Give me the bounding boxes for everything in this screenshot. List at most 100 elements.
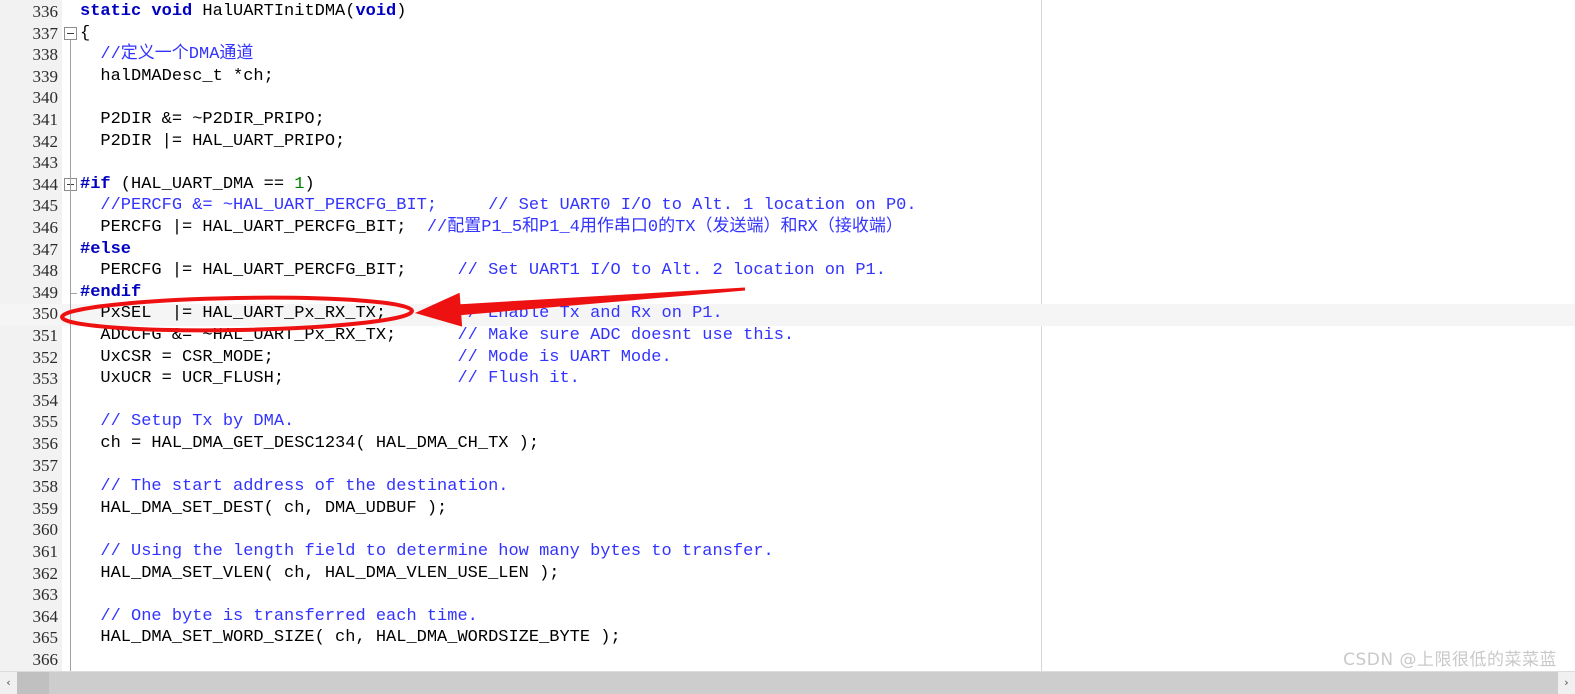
code-line-text[interactable]: HAL_DMA_SET_WORD_SIZE( ch, HAL_DMA_WORDS… [80, 627, 620, 649]
code-line[interactable]: 345 //PERCFG &= ~HAL_UART_PERCFG_BIT; //… [0, 195, 1575, 217]
code-token: // One byte is transferred each time. [100, 606, 478, 626]
line-number: 356 [32, 434, 59, 453]
code-line-text[interactable]: P2DIR |= HAL_UART_PRIPO; [80, 131, 345, 153]
scroll-left-arrow-icon[interactable]: ‹ [0, 672, 17, 694]
line-number: 336 [32, 2, 59, 21]
line-number: 345 [32, 196, 59, 216]
code-line-text[interactable]: //定义一个DMA通道 [80, 44, 253, 66]
line-number: 341 [32, 110, 59, 129]
code-line[interactable]: 363 [0, 584, 1575, 606]
csdn-watermark: CSDN @上限很低的菜菜蓝 [1343, 650, 1557, 670]
code-line[interactable]: 337 { [0, 23, 1575, 45]
code-line-text[interactable]: static void HalUARTInitDMA(void) [80, 1, 406, 23]
code-line[interactable]: 356 ch = HAL_DMA_GET_DESC1234( HAL_DMA_C… [0, 433, 1575, 455]
scroll-right-arrow-icon[interactable]: › [1558, 672, 1575, 694]
code-line-text[interactable]: P2DIR &= ~P2DIR_PRIPO; [80, 109, 324, 131]
line-number: 339 [32, 66, 59, 86]
code-line-text[interactable]: // One byte is transferred each time. [80, 606, 478, 628]
code-token: PxSEL |= HAL_UART_Px_RX_TX; [80, 304, 458, 324]
code-line-text[interactable]: #if (HAL_UART_DMA == 1) [80, 174, 315, 196]
code-line[interactable]: 355 // Setup Tx by DMA. [0, 411, 1575, 433]
code-line[interactable]: 338 //定义一个DMA通道 [0, 44, 1575, 66]
code-line-text[interactable]: #else [80, 239, 131, 261]
code-line-text[interactable]: // Setup Tx by DMA. [80, 411, 294, 433]
code-line[interactable]: 354 [0, 390, 1575, 412]
code-token: halDMADesc_t *ch; [80, 66, 274, 86]
code-line[interactable]: 364 // One byte is transferred each time… [0, 606, 1575, 628]
code-line-text[interactable]: halDMADesc_t *ch; [80, 66, 274, 88]
code-line[interactable]: 341 P2DIR &= ~P2DIR_PRIPO; [0, 109, 1575, 131]
code-line-text[interactable]: PERCFG |= HAL_UART_PERCFG_BIT; // Set UA… [80, 260, 886, 282]
code-line-text[interactable]: //PERCFG &= ~HAL_UART_PERCFG_BIT; // Set… [80, 195, 916, 217]
code-line[interactable]: 360 [0, 519, 1575, 541]
code-token: #endif [80, 282, 142, 302]
code-token: HAL_DMA_SET_DEST( ch, DMA_UDBUF ); [80, 498, 448, 518]
code-line-text[interactable]: #endif [80, 282, 141, 304]
line-number: 360 [32, 520, 59, 540]
code-line-text[interactable]: // Using the length field to determine h… [80, 541, 774, 563]
fold-collapse-icon[interactable] [64, 26, 77, 40]
code-token: ( [345, 2, 356, 21]
code-line-text[interactable]: PERCFG |= HAL_UART_PERCFG_BIT; //配置P1_5和… [80, 217, 903, 239]
code-line[interactable]: 362 HAL_DMA_SET_VLEN( ch, HAL_DMA_VLEN_U… [0, 563, 1575, 585]
code-line[interactable]: 365 HAL_DMA_SET_WORD_SIZE( ch, HAL_DMA_W… [0, 627, 1575, 649]
code-line[interactable]: 340 [0, 87, 1575, 109]
scrollbar-thumb[interactable] [17, 672, 49, 694]
code-line[interactable]: 346 PERCFG |= HAL_UART_PERCFG_BIT; //配置P… [0, 217, 1575, 239]
code-line[interactable]: 350 PxSEL |= HAL_UART_Px_RX_TX; // Enabl… [0, 303, 1575, 325]
code-line[interactable]: 347 #else [0, 239, 1575, 261]
code-token: PERCFG |= HAL_UART_PERCFG_BIT; [80, 218, 427, 237]
code-line[interactable]: 351 ADCCFG &= ~HAL_UART_Px_RX_TX; // Mak… [0, 325, 1575, 347]
line-number: 363 [32, 585, 59, 605]
code-token: // Flush it. [457, 369, 580, 389]
code-token: UxUCR = UCR_FLUSH; [80, 369, 458, 389]
line-number: 359 [32, 498, 59, 518]
code-token: //PERCFG &= ~HAL_UART_PERCFG_BIT; [100, 196, 438, 216]
code-line[interactable]: 349 #endif [0, 282, 1575, 304]
code-token: P2DIR |= HAL_UART_PRIPO; [80, 131, 346, 151]
code-token: // Make sure ADC doesnt use this. [457, 326, 795, 345]
code-line[interactable]: 352 UxCSR = CSR_MODE; // Mode is UART Mo… [0, 347, 1575, 369]
code-line[interactable]: 343 [0, 152, 1575, 174]
code-line-text[interactable]: ADCCFG &= ~HAL_UART_Px_RX_TX; // Make su… [80, 325, 794, 347]
code-line[interactable]: 348 PERCFG |= HAL_UART_PERCFG_BIT; // Se… [0, 260, 1575, 282]
code-line[interactable]: 339 halDMADesc_t *ch; [0, 66, 1575, 88]
code-line[interactable]: 357 [0, 455, 1575, 477]
line-number: 344 [32, 174, 59, 194]
line-number: 364 [32, 606, 59, 626]
code-line[interactable]: 336 static void HalUARTInitDMA(void) [0, 1, 1575, 23]
code-line[interactable]: 361 // Using the length field to determi… [0, 541, 1575, 563]
code-line[interactable]: 359 HAL_DMA_SET_DEST( ch, DMA_UDBUF ); [0, 498, 1575, 520]
code-token: { [80, 23, 91, 43]
code-line[interactable]: 353 UxUCR = UCR_FLUSH; // Flush it. [0, 368, 1575, 390]
code-line[interactable]: 342 P2DIR |= HAL_UART_PRIPO; [0, 131, 1575, 153]
code-token: // Setup Tx by DMA. [100, 412, 295, 432]
code-line-text[interactable]: HAL_DMA_SET_DEST( ch, DMA_UDBUF ); [80, 498, 447, 520]
line-number: 362 [32, 563, 59, 583]
horizontal-scrollbar[interactable]: ‹ › [0, 671, 1575, 694]
code-token: // Mode is UART Mode. [457, 347, 672, 367]
code-token: // Enable Tx and Rx on P1. [457, 304, 723, 324]
line-number: 349 [32, 282, 59, 302]
fold-end-tick [70, 292, 77, 294]
code-line[interactable]: 344 #if (HAL_UART_DMA == 1) [0, 174, 1575, 196]
code-line-text[interactable]: // The start address of the destination. [80, 476, 508, 498]
code-line-text[interactable]: { [80, 23, 90, 45]
code-token: // Using the length field to determine h… [100, 542, 774, 561]
fold-rail [70, 39, 71, 293]
code-line-text[interactable]: HAL_DMA_SET_VLEN( ch, HAL_DMA_VLEN_USE_L… [80, 563, 559, 585]
code-line[interactable]: 366 [0, 649, 1575, 671]
line-number: 340 [32, 88, 59, 108]
code-line-text[interactable]: UxCSR = CSR_MODE; // Mode is UART Mode. [80, 347, 672, 369]
scrollbar-track[interactable] [17, 672, 1558, 694]
code-token: //配置P1_5和P1_4用作串口0的TX（发送端）和RX（接收端） [426, 218, 903, 237]
line-number: 352 [32, 347, 59, 367]
code-line-text[interactable]: UxUCR = UCR_FLUSH; // Flush it. [80, 368, 580, 390]
code-line-text[interactable]: PxSEL |= HAL_UART_Px_RX_TX; // Enable Tx… [80, 303, 723, 325]
code-line[interactable]: 358 // The start address of the destinat… [0, 476, 1575, 498]
line-number: 343 [32, 153, 59, 173]
line-number: 355 [32, 412, 59, 432]
code-line-text[interactable]: ch = HAL_DMA_GET_DESC1234( HAL_DMA_CH_TX… [80, 433, 539, 455]
line-number: 350 [32, 304, 59, 324]
